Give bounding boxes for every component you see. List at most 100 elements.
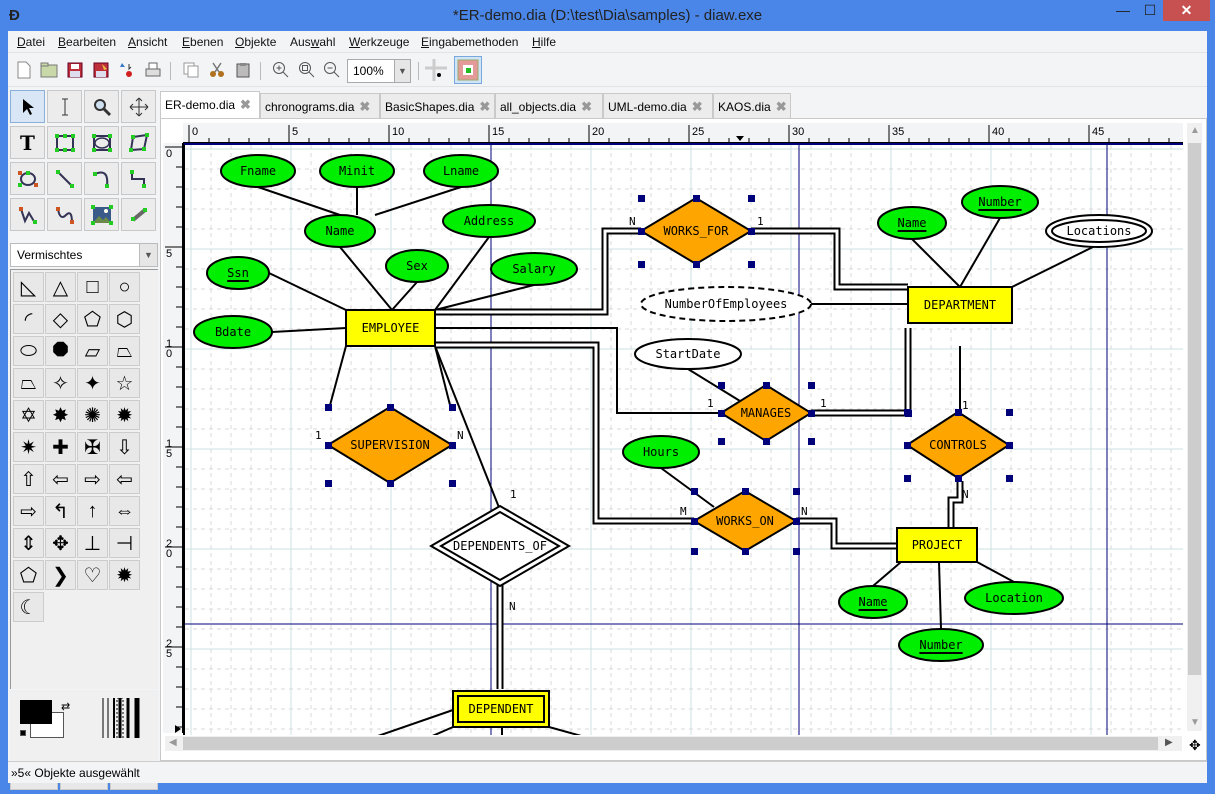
shape-cross[interactable]: ✚ [45,432,76,462]
minimize-button[interactable]: — [1108,0,1138,21]
scroll-down-icon[interactable]: ▼ [1190,717,1200,728]
save-as-icon[interactable] [90,59,112,81]
attribute-locations[interactable]: Locations [1045,214,1153,248]
shape-eight-point-star[interactable]: ✺ [77,400,108,430]
maximize-button[interactable]: ☐ [1135,0,1165,21]
attribute-address[interactable]: Address [442,204,536,238]
attribute-salary[interactable]: Salary [490,252,578,286]
close-tab-icon[interactable]: ✖ [581,99,592,115]
shape-arrow-left-notched[interactable]: ⇦ [109,464,140,494]
zoom-out-icon[interactable] [321,59,343,81]
selection-handle[interactable] [808,382,815,389]
entity-department[interactable]: DEPARTMENT [907,286,1013,324]
tab-er-demo[interactable]: ER-demo.dia ✖ [160,91,260,119]
attribute-bdate[interactable]: Bdate [193,315,273,349]
selection-handle[interactable] [449,404,456,411]
selection-handle[interactable] [449,480,456,487]
relationship-works_on[interactable]: WORKS_ON [691,488,800,555]
shape-sheet-select[interactable]: Vermischtes ▼ [10,243,158,267]
shape-octagon[interactable]: ⯃ [45,336,76,366]
line-tool[interactable] [47,162,82,195]
shape-arrow-up[interactable]: ⇧ [13,464,44,494]
print-icon[interactable] [142,59,164,81]
selection-handle[interactable] [638,261,645,268]
shape-four-point-star-1[interactable]: ✧ [45,368,76,398]
selection-handle[interactable] [693,261,700,268]
foreground-color-swatch[interactable] [20,700,52,724]
attribute-dname[interactable]: Name [877,206,947,240]
text-edit-tool[interactable] [47,90,82,123]
shape-arrow-four-way[interactable]: ✥ [45,528,76,558]
scroll-up-icon[interactable]: ▲ [1190,125,1200,136]
shape-parallelogram[interactable]: ▱ [77,336,108,366]
attribute-pname[interactable]: Name [838,585,908,619]
selection-handle[interactable] [748,261,755,268]
polygon-tool[interactable] [121,126,156,159]
snap-to-grid-toggle[interactable] [425,59,447,81]
selection-handle[interactable] [808,410,815,417]
menu-datei[interactable]: Datei [17,35,45,49]
selection-handle[interactable] [748,228,755,235]
zoom-in-icon[interactable] [270,59,292,81]
shape-sun-burst-2[interactable]: ✷ [13,432,44,462]
tab-all-objects[interactable]: all_objects.dia ✖ [495,93,603,118]
selection-handle[interactable] [748,195,755,202]
attribute-startdate[interactable]: StartDate [634,338,742,370]
snap-to-object-toggle[interactable] [454,56,482,84]
shape-sun[interactable]: ✹ [109,560,140,590]
shape-arrow-left-right[interactable]: ⇔ [109,496,140,526]
horizontal-scroll-thumb[interactable] [183,737,1158,750]
navigate-icon[interactable]: ✥ [1189,737,1201,754]
selection-handle[interactable] [904,475,911,482]
selection-handle[interactable] [718,410,725,417]
paste-icon[interactable] [232,59,254,81]
selection-handle[interactable] [904,442,911,449]
selection-handle[interactable] [905,410,912,417]
shape-arrow-right-notched[interactable]: ⇨ [13,496,44,526]
cut-icon[interactable] [206,59,228,81]
pointer-tool[interactable] [10,90,45,123]
attribute-fname[interactable]: Fname [220,154,296,188]
outline-tool[interactable] [121,198,156,231]
selection-handle[interactable] [325,404,332,411]
selection-handle[interactable] [742,488,749,495]
vertical-scroll-thumb[interactable] [1188,143,1201,675]
menu-werkzeuge[interactable]: Werkzeuge [349,35,409,49]
selection-handle[interactable] [793,518,800,525]
menu-hilfe[interactable]: Hilfe [532,35,556,49]
shape-right-triangle[interactable]: ◺ [13,272,44,302]
shape-trapezoid[interactable]: ⏢ [13,368,44,398]
shape-arrow-turn-up-left[interactable]: ↰ [45,496,76,526]
selection-handle[interactable] [449,442,456,449]
zoom-fit-icon[interactable] [296,59,318,81]
line-width-selector[interactable] [100,697,146,741]
polyline-tool[interactable] [10,198,45,231]
shape-diamond[interactable]: ◇ [45,304,76,334]
relationship-supervision[interactable]: SUPERVISION [325,404,456,487]
shape-arrow-right[interactable]: ⇨ [77,464,108,494]
magnify-tool[interactable] [84,90,119,123]
menu-eingabemethoden[interactable]: Eingabemethoden [421,35,518,49]
arc-tool[interactable] [84,162,119,195]
attribute-sex[interactable]: Sex [385,249,449,283]
attribute-numemp[interactable]: NumberOfEmployees [640,286,812,322]
selection-handle[interactable] [387,480,394,487]
tab-basicshapes[interactable]: BasicShapes.dia ✖ [380,93,495,118]
selection-handle[interactable] [638,195,645,202]
relationship-controls[interactable]: CONTROLS [904,409,1013,482]
selection-handle[interactable] [808,438,815,445]
scroll-left-icon[interactable]: ◀ [169,737,177,748]
shape-chevron[interactable]: ❯ [45,560,76,590]
zigzag-line-tool[interactable] [121,162,156,195]
attribute-dnumber[interactable]: Number [961,185,1039,219]
zoom-level-select[interactable]: 100% ▼ [347,59,411,83]
shape-six-point-star[interactable]: ✡ [13,400,44,430]
export-icon[interactable] [116,59,138,81]
selection-handle[interactable] [691,488,698,495]
shape-maltese-cross[interactable]: ✠ [77,432,108,462]
chevron-down-icon[interactable]: ▼ [139,244,157,266]
entity-dependent[interactable]: DEPENDENT [452,690,550,728]
shape-hexagon[interactable]: ⬡ [109,304,140,334]
shape-quarter-circle[interactable]: ◜ [13,304,44,334]
entity-project[interactable]: PROJECT [896,527,978,563]
